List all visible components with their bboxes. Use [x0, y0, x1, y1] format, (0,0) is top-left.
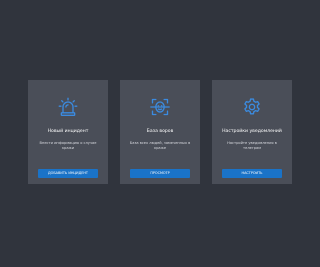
card-new-incident: Новый инцидент Внести информацию о случа… [28, 80, 108, 184]
card-thieves-database: База воров База всех людей, замеченных в… [120, 80, 200, 184]
alarm-siren-icon [58, 97, 78, 117]
card-notification-settings: Настройки уведомлений Настройте уведомле… [212, 80, 292, 184]
gear-icon [242, 97, 262, 117]
configure-button[interactable]: НАСТРОИТЬ [222, 169, 282, 178]
card-title: База воров [146, 129, 174, 134]
card-description: Настройте уведомления в телеграм [227, 141, 277, 150]
card-description: База всех людей, замеченных в краже [129, 141, 191, 150]
card-title: Настройки уведомлений [222, 129, 282, 134]
card-title: Новый инцидент [47, 129, 89, 134]
add-incident-button[interactable]: ДОБАВИТЬ ИНЦИДЕНТ [38, 169, 98, 178]
card-description: Внести информацию о случае кражи [39, 141, 97, 150]
view-button[interactable]: ПРОСМОТР [130, 169, 190, 178]
face-scan-icon [150, 97, 170, 117]
